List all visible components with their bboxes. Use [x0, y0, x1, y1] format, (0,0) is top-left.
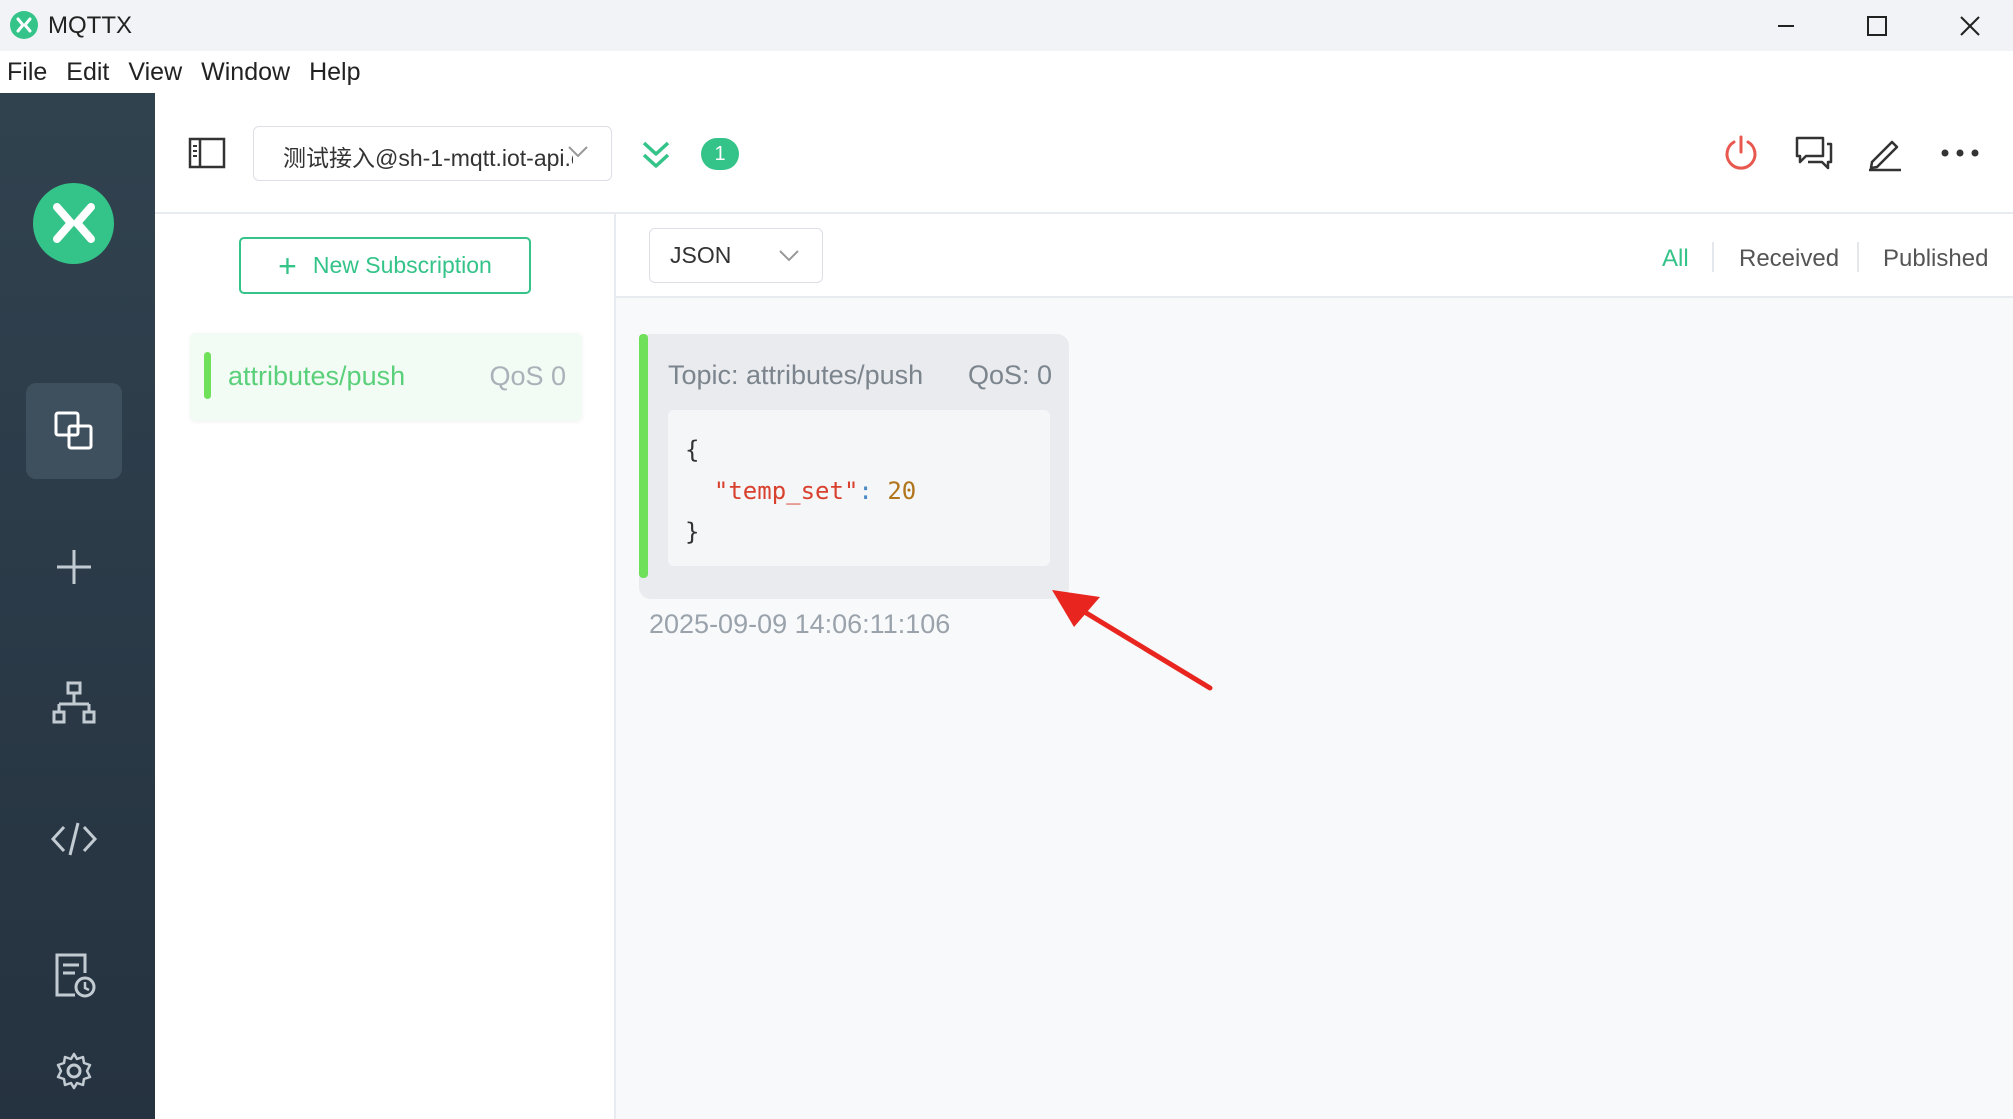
tab-divider: [1857, 242, 1859, 272]
edit-icon[interactable]: [1860, 128, 1910, 178]
message-payload: { "temp_set": 20 }: [668, 410, 1050, 566]
menu-view[interactable]: View: [128, 58, 194, 87]
tab-published[interactable]: Published: [1883, 245, 1988, 273]
sidebar-item-connections[interactable]: [26, 383, 122, 479]
chevron-down-icon: [568, 146, 588, 158]
payload-line: "temp_set": 20: [713, 477, 917, 505]
window-title: MQTTX: [48, 12, 132, 39]
payload-format-value: JSON: [670, 242, 732, 268]
annotation-arrow-icon: [1052, 590, 1213, 691]
title-bar: MQTTX: [0, 0, 2013, 51]
power-icon[interactable]: [1716, 128, 1766, 178]
connections-icon: [54, 411, 93, 450]
sidebar-item-topology[interactable]: [26, 655, 122, 751]
new-subscription-label: New Subscription: [312, 252, 492, 278]
code-icon: [50, 822, 98, 856]
chevron-down-icon: [779, 250, 799, 262]
message-color-bar: [639, 334, 648, 578]
connection-name: 测试接入@sh-1-mqtt.iot-api.com: [283, 145, 573, 171]
menu-window[interactable]: Window: [201, 58, 302, 87]
tab-divider: [1712, 242, 1714, 272]
tab-all[interactable]: All: [1662, 245, 1689, 273]
message-topic: Topic: attributes/push: [668, 360, 924, 390]
gear-icon: [56, 1052, 92, 1090]
subscription-qos: QoS 0: [489, 361, 566, 391]
message-timestamp: 2025-09-09 14:06:11:106: [649, 609, 951, 639]
payload-format-select[interactable]: JSON: [649, 228, 823, 283]
payload-line: {: [685, 436, 700, 464]
plus-icon: [57, 550, 91, 584]
plus-icon: +: [278, 247, 297, 284]
messages-icon[interactable]: [1789, 128, 1839, 178]
maximize-icon[interactable]: [1832, 0, 1922, 51]
close-icon[interactable]: [1925, 0, 2013, 51]
log-icon: [55, 953, 96, 998]
sidebar: [0, 93, 155, 1119]
payload-key: "temp_set": [713, 477, 859, 505]
toggle-panel-icon[interactable]: [188, 137, 226, 174]
topology-icon: [52, 681, 96, 724]
tab-received[interactable]: Received: [1739, 245, 1839, 273]
payload-line: }: [685, 518, 700, 546]
more-icon[interactable]: [1935, 128, 1985, 178]
sidebar-item-new-connection[interactable]: [26, 519, 122, 615]
subscription-topic: attributes/push: [228, 361, 406, 391]
mqttx-logo-icon: [33, 183, 114, 264]
unread-badge: 1: [701, 138, 739, 170]
menu-file[interactable]: File: [7, 58, 59, 87]
menu-bar: File Edit View Window Help: [0, 51, 2013, 93]
sidebar-item-settings[interactable]: [26, 1023, 122, 1119]
sidebar-item-log[interactable]: [26, 927, 122, 1023]
minimize-icon[interactable]: [1741, 0, 1831, 51]
connection-select[interactable]: 测试接入@sh-1-mqtt.iot-api.com: [253, 126, 612, 181]
subscription-color-bar: [204, 352, 211, 399]
new-subscription-button[interactable]: + New Subscription: [239, 237, 531, 294]
collapse-down-icon[interactable]: [641, 139, 671, 176]
sidebar-item-script[interactable]: [26, 791, 122, 887]
message-qos: QoS: 0: [968, 360, 1053, 390]
app-logo-icon: [10, 11, 38, 39]
payload-value: 20: [887, 477, 917, 505]
menu-help[interactable]: Help: [309, 58, 372, 87]
menu-edit[interactable]: Edit: [66, 58, 121, 87]
subscription-item[interactable]: attributes/push QoS 0: [190, 333, 582, 421]
